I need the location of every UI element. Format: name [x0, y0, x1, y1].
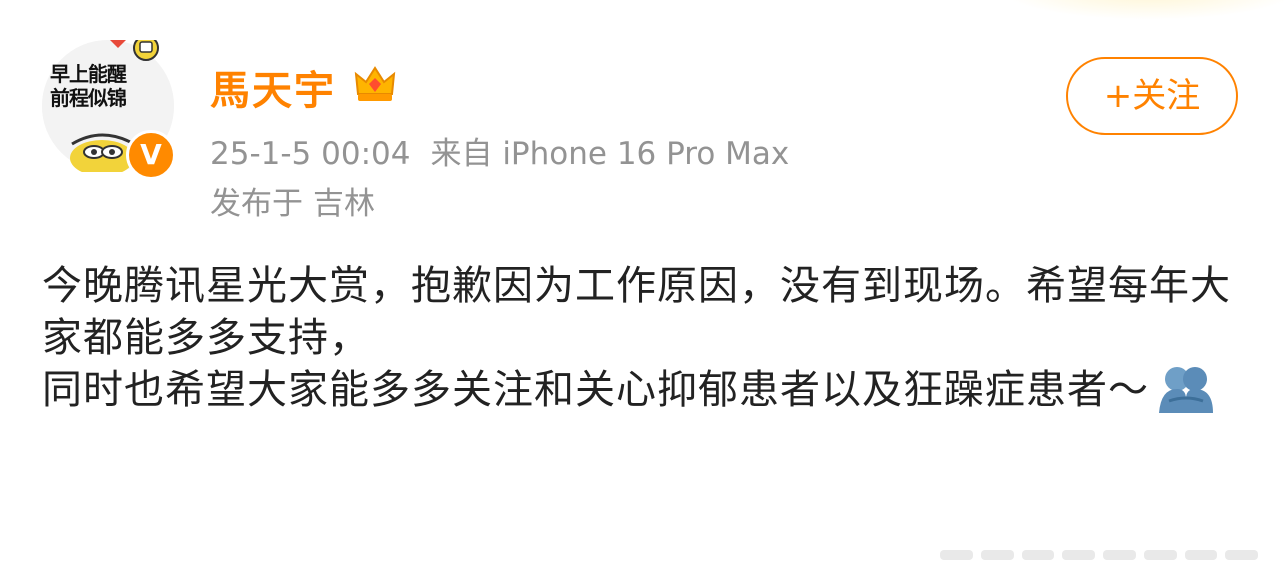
pager-dot: [1062, 550, 1095, 560]
pager-dot: [1225, 550, 1258, 560]
crown-icon: [354, 66, 396, 101]
avatar-caption-line1: 早上能醒: [50, 62, 127, 86]
post-meta: 25-1-5 00:04 来自 iPhone 16 Pro Max: [210, 128, 789, 173]
post-time: 25-1-5 00:04: [210, 136, 411, 172]
pager-dot: [1021, 550, 1055, 560]
follow-button[interactable]: +关注: [1066, 57, 1238, 135]
pager-dot: [1103, 550, 1136, 560]
top-glow: [1000, 0, 1284, 20]
avatar-caption: 早上能醒 前程似锦: [50, 62, 146, 110]
verified-badge-icon: V: [126, 130, 176, 180]
post-line-1: 今晚腾讯星光大赏，抱歉因为工作原因，没有到现场。希望每年大家都能多多支持，: [42, 263, 1231, 361]
post-line-2-text: 同时也希望大家能多多关注和关心抑郁患者以及狂躁症患者～: [42, 367, 1149, 413]
pager-dot: [940, 550, 973, 560]
image-pager: [940, 548, 1258, 562]
hug-emoji-icon: [1159, 367, 1213, 413]
post-body: 今晚腾讯星光大赏，抱歉因为工作原因，没有到现场。希望每年大家都能多多支持， 同时…: [42, 260, 1242, 416]
pager-dot: [1184, 550, 1218, 560]
location-prefix: 发布于: [210, 186, 303, 222]
avatar-caption-line2: 前程似锦: [50, 86, 127, 110]
post-source: 来自 iPhone 16 Pro Max: [430, 136, 790, 172]
location-name: 吉林: [313, 186, 375, 222]
pager-dot: [980, 550, 1014, 560]
post-line-2: 同时也希望大家能多多关注和关心抑郁患者以及狂躁症患者～: [42, 364, 1242, 416]
pager-dot: [1143, 550, 1177, 560]
post-location: 发布于 吉林: [210, 178, 375, 223]
username[interactable]: 馬天宇: [210, 58, 336, 116]
